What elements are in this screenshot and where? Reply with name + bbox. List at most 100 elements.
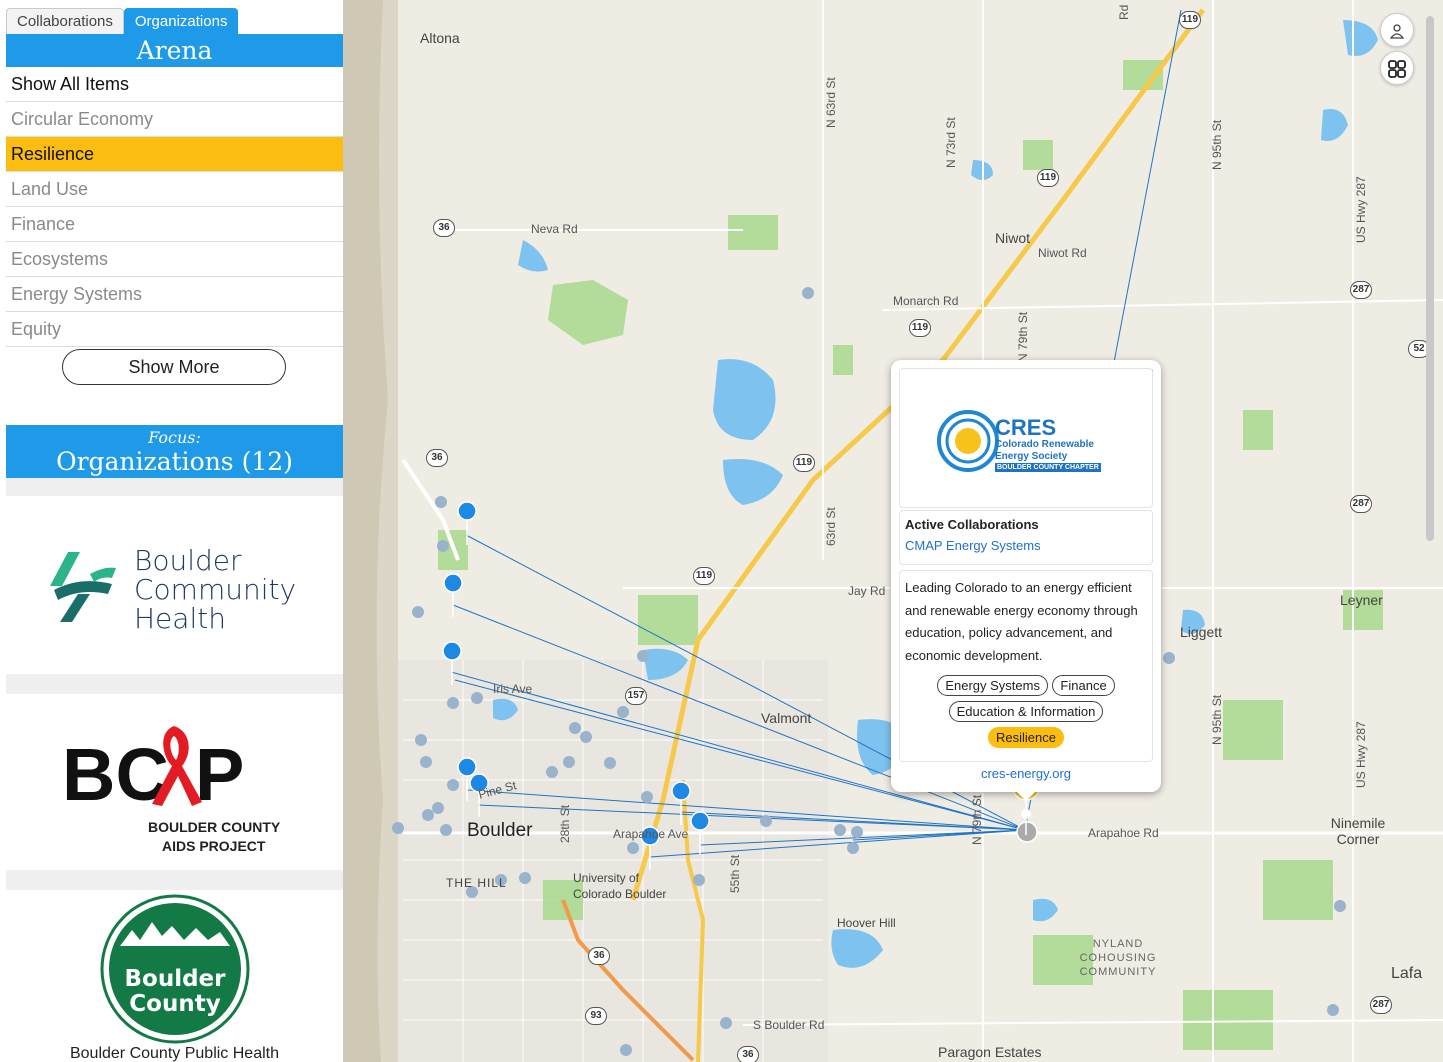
road-label-niwot: Niwot Rd [1038,246,1087,260]
highway-shield-119: 119 [693,567,715,585]
boulder-county-seal: Boulder County [100,894,250,1044]
road-label-monarch: Monarch Rd [893,294,959,308]
road-label-arapahoe-rd: Arapahoe Rd [1088,826,1159,840]
cres-sub-1: Colorado Renewable [995,439,1094,450]
layers-button[interactable] [1380,51,1414,85]
sidebar-top-strip [0,0,343,6]
org-description: Leading Colorado to an energy efficient … [905,580,1138,663]
focus-title: Organizations (12) [56,447,293,476]
cres-sub-3: BOULDER COUNTY CHAPTER [995,463,1101,472]
highway-shield-36: 36 [737,1046,759,1062]
place-label-liggett: Liggett [1180,624,1223,640]
place-label-altona: Altona [420,30,460,46]
menu-item-energy-systems[interactable]: Energy Systems [6,277,343,312]
seal-line-1: Boulder [125,966,227,992]
seal-line-2: County [129,991,220,1017]
map-view[interactable]: Altona Niwot Boulder Valmont Liggett Ley… [343,0,1443,1062]
tab-collaborations[interactable]: Collaborations [6,8,124,34]
org-card-boulder-county-public-health[interactable]: Boulder County Boulder County Public Hea… [6,890,343,1062]
tag-finance[interactable]: Finance [1052,675,1115,696]
road-label-n79: N 79th St [1016,311,1030,362]
road-label-iris: Iris Ave [493,682,533,696]
highway-shield-287: 287 [1370,996,1392,1014]
website-link[interactable]: cres-energy.org [891,766,1161,781]
road-label-rd-top: Rd [1117,4,1131,20]
place-label-niwot: Niwot [995,230,1031,246]
cres-sub-2: Energy Society [995,451,1068,462]
collaboration-link[interactable]: CMAP Energy Systems [905,538,1147,553]
menu-item-equity[interactable]: Equity [6,312,343,347]
tag-energy-systems[interactable]: Energy Systems [937,675,1048,696]
bch-line-2: Community [134,573,297,606]
tab-organizations[interactable]: Organizations [123,8,239,34]
road-label-us287a: US Hwy 287 [1354,176,1368,243]
menu-item-ecosystems[interactable]: Ecosystems [6,242,343,277]
road-label-n63: N 63rd St [824,77,838,128]
menu-item-resilience[interactable]: Resilience [6,137,343,172]
place-label-cu: University of Colorado Boulder [573,871,667,901]
highway-shield-119: 119 [793,454,815,472]
tag-list: Energy Systems Finance Education & Infor… [905,675,1147,748]
org-card-bcap[interactable]: BC P BOULDER COUNTY AIDS PROJECT [6,694,343,870]
highway-shield-119: 119 [909,319,931,337]
road-label-n95: N 95th St [1210,119,1224,170]
org-separator [6,478,343,496]
bch-line-3: Health [134,602,226,635]
svg-text:BC: BC [62,733,169,806]
road-label-arapahoe-ave: Arapahoe Ave [613,827,689,841]
road-label-n79b: N 79th St [970,794,984,845]
sidebar: Collaborations Organizations Arena Show … [0,0,343,1062]
place-label-leyner: Leyner [1340,592,1383,608]
active-collaborations-heading: Active Collaborations [905,517,1039,532]
road-label-28th: 28th St [558,804,572,843]
cres-logo-card: CRES Colorado Renewable Energy Society B… [899,368,1153,508]
show-more-button[interactable]: Show More [62,349,286,385]
focus-label: Focus: [148,428,201,447]
bcap-logo: BC P [62,726,244,806]
active-collaborations-card: Active Collaborations CMAP Energy System… [899,510,1153,565]
place-label-hoover-hill: Hoover Hill [837,916,896,930]
org-card-boulder-community-health[interactable]: Boulder Community Health [6,496,343,674]
svg-text:P: P [195,733,244,806]
road-label-n95b: N 95th St [1210,694,1224,745]
bcap-sub-line-2: AIDS PROJECT [162,838,266,854]
road-label-55th: 55th St [728,854,742,893]
highway-shield-119: 119 [1179,11,1201,29]
bch-wordmark: Boulder Community Health [134,546,296,633]
cres-sun-icon [937,410,999,472]
menu-item-show-all[interactable]: Show All Items [6,67,343,102]
menu-item-circular-economy[interactable]: Circular Economy [6,102,343,137]
road-label-63rd: 63rd St [824,507,838,546]
road-label-n73: N 73rd St [944,117,958,168]
bcap-sub-line-1: BOULDER COUNTY [148,819,281,835]
place-label-valmont: Valmont [761,710,812,726]
menu-item-finance[interactable]: Finance [6,207,343,242]
road-label-neva: Neva Rd [531,222,578,236]
place-label-ninemile: Ninemile Corner [1330,815,1386,847]
user-icon [1389,24,1405,39]
tag-resilience[interactable]: Resilience [988,727,1064,748]
highway-shield-36: 36 [426,449,448,467]
arena-menu: Show All Items Circular Economy Resilien… [6,67,343,347]
road-label-s-boulder: S Boulder Rd [753,1018,825,1032]
highway-shield-157: 157 [625,687,647,705]
user-button[interactable] [1380,13,1414,47]
popup-tail [1017,792,1035,801]
scrollbar[interactable] [1426,16,1434,541]
highway-shield-287: 287 [1350,281,1372,299]
bch-logo-icon [50,552,116,622]
bch-line-1: Boulder [134,544,242,577]
tag-education-information[interactable]: Education & Information [948,701,1104,722]
grid-icon [1388,60,1406,78]
org-separator [6,674,343,694]
place-label-lafa: Lafa [1391,965,1423,982]
description-card: Leading Colorado to an energy efficient … [899,570,1153,762]
organization-popup: × CRES Colorado Renewable Energy Society… [891,360,1161,801]
menu-item-land-use[interactable]: Land Use [6,172,343,207]
place-label-nyland: NYLAND COHOUSING COMMUNITY [1079,938,1157,978]
road-label-jay: Jay Rd [848,584,886,598]
cres-wordmark: CRES Colorado Renewable Energy Society B… [995,417,1101,472]
place-label-paragon: Paragon Estates [938,1044,1042,1060]
org-caption: Boulder County Public Health [69,1045,279,1062]
arena-title: Arena [6,34,343,67]
